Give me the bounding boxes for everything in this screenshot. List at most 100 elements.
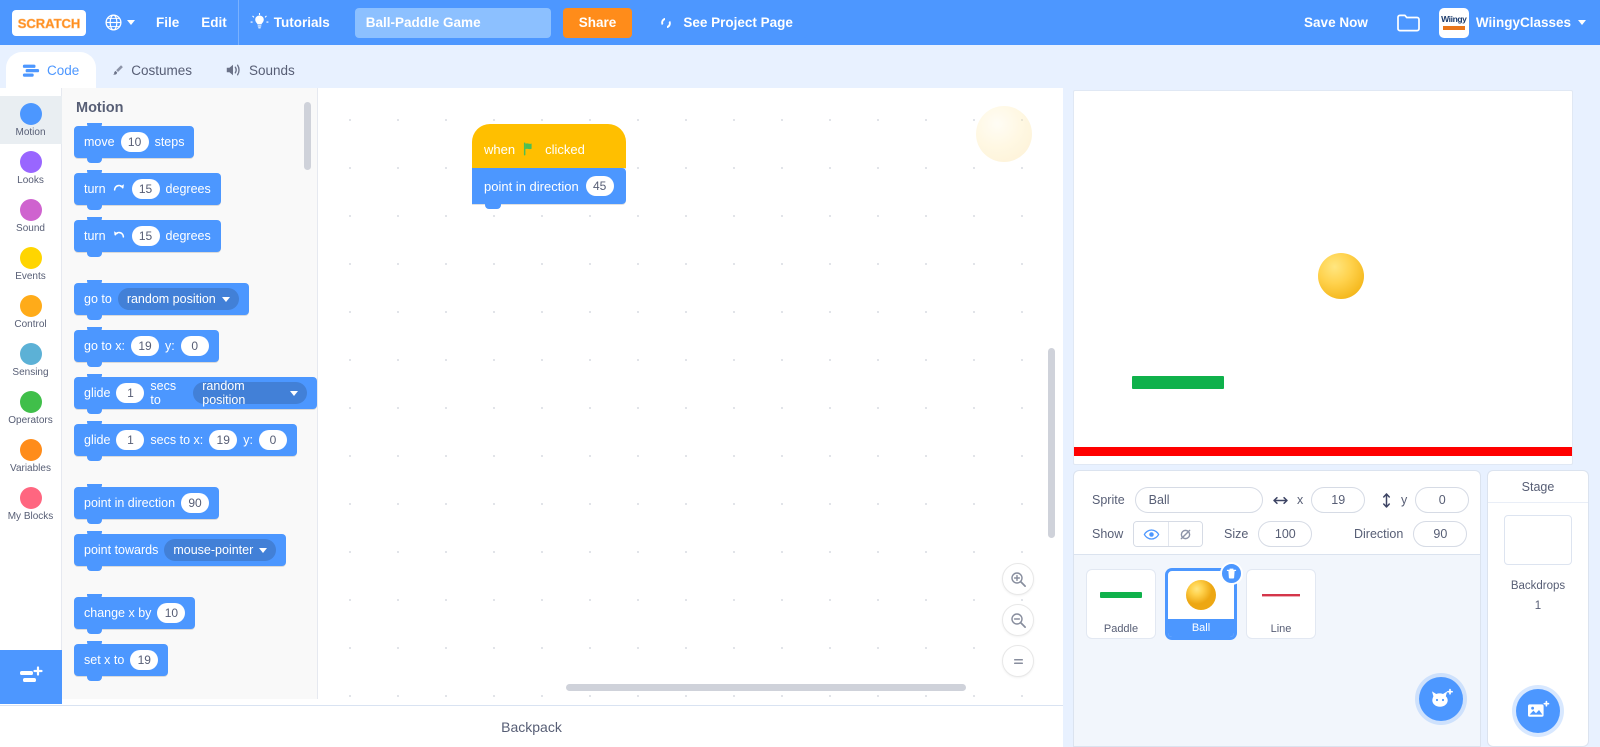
menu-tutorials[interactable]: Tutorials [239, 0, 341, 45]
category-looks-label: Looks [17, 174, 44, 186]
backdrops-label: Backdrops [1510, 580, 1566, 592]
stage-sprite-ball[interactable] [1318, 253, 1364, 299]
add-extension-button[interactable] [0, 650, 62, 704]
stage-sprite-paddle[interactable] [1132, 376, 1224, 389]
block-point-towards[interactable]: point towards mouse-pointer [74, 531, 287, 571]
block-input-y[interactable]: 0 [180, 336, 209, 356]
scratch-editor: SCRATCH File Edit Tutorials Ball-Paddle … [0, 0, 1600, 747]
code-icon [22, 64, 40, 77]
block-input-direction[interactable]: 90 [181, 493, 210, 513]
block-text: point towards [84, 543, 159, 557]
sprite-y-row: y [1380, 487, 1470, 513]
show-hidden-button[interactable] [1168, 522, 1203, 546]
block-input-direction[interactable]: 45 [585, 176, 614, 196]
sprite-size-input[interactable] [1258, 521, 1313, 547]
script-stack[interactable]: when clicked point in direction 45 [472, 124, 626, 209]
account-menu[interactable]: Wiingy WiingyClasses [1433, 7, 1600, 38]
sprite-y-input[interactable] [1415, 487, 1470, 513]
language-selector[interactable] [86, 13, 145, 32]
see-project-page-button[interactable]: See Project Page [644, 7, 807, 38]
block-text: y: [165, 339, 175, 353]
share-button[interactable]: Share [562, 7, 633, 38]
my-stuff-button[interactable] [1384, 12, 1433, 33]
svg-text:SCRATCH: SCRATCH [18, 16, 81, 31]
stage[interactable] [1073, 90, 1573, 465]
tab-code-label: Code [47, 62, 80, 78]
block-input-steps[interactable]: 10 [120, 132, 149, 152]
block-point-in-direction[interactable]: point in direction 90 [74, 484, 220, 524]
block-input-y[interactable]: 0 [258, 430, 287, 450]
block-set-x-to[interactable]: set x to 19 [74, 641, 169, 681]
sprite-name-input[interactable] [1134, 487, 1263, 513]
project-title-input[interactable] [354, 7, 551, 38]
zoom-reset-button[interactable] [1002, 645, 1034, 677]
menu-edit[interactable]: Edit [190, 0, 238, 45]
category-my-blocks[interactable]: My Blocks [0, 480, 62, 528]
block-turn-right[interactable]: turn 15 degrees [74, 170, 221, 210]
block-input-dx[interactable]: 10 [157, 603, 186, 623]
block-input-secs[interactable]: 1 [116, 430, 145, 450]
sprite-direction-input[interactable] [1413, 521, 1468, 547]
block-when-flag-clicked[interactable]: when clicked [472, 124, 626, 168]
menu-file[interactable]: File [145, 0, 190, 45]
scratch-logo-icon[interactable]: SCRATCH [12, 9, 86, 36]
block-input-x[interactable]: 19 [130, 650, 159, 670]
sprite-info-panel: Sprite x y Show [1073, 470, 1481, 555]
palette-scrollbar[interactable] [304, 102, 311, 170]
block-input-degrees[interactable]: 15 [131, 226, 160, 246]
stage-selector[interactable]: Stage Backdrops 1 [1487, 470, 1589, 747]
block-text: turn [84, 182, 106, 196]
block-input-x[interactable]: 19 [131, 336, 159, 356]
block-go-to[interactable]: go to random position [74, 280, 249, 320]
category-sound[interactable]: Sound [0, 192, 62, 240]
block-input-secs[interactable]: 1 [116, 383, 145, 403]
avatar-text: Wiingy [1441, 14, 1467, 25]
category-events[interactable]: Events [0, 240, 62, 288]
category-sensing[interactable]: Sensing [0, 336, 62, 384]
backdrops-info: Backdrops 1 [1488, 577, 1588, 616]
category-control[interactable]: Control [0, 288, 62, 336]
delete-sprite-button[interactable] [1220, 562, 1243, 585]
sprite-thumbnail-line [1247, 570, 1315, 620]
palette-heading: Motion [76, 100, 124, 116]
block-text: change x by [84, 606, 152, 620]
block-text: move [84, 135, 115, 149]
add-backdrop-button[interactable] [1516, 689, 1560, 733]
block-turn-left[interactable]: turn 15 degrees [74, 217, 221, 257]
save-now-button[interactable]: Save Now [1288, 15, 1384, 30]
tab-costumes[interactable]: Costumes [96, 52, 208, 88]
backpack-bar[interactable]: Backpack [0, 705, 1063, 747]
canvas-horizontal-scrollbar[interactable] [566, 684, 966, 691]
block-glide-secs-to-xy[interactable]: glide 1 secs to x: 19 y: 0 [74, 421, 297, 461]
block-text: glide [84, 433, 111, 447]
category-looks[interactable]: Looks [0, 144, 62, 192]
block-dropdown-target[interactable]: random position [193, 379, 307, 407]
code-canvas[interactable]: when clicked point in direction 45 [318, 88, 1060, 699]
block-glide-secs-to[interactable]: glide 1 secs to random position [74, 374, 317, 414]
category-variables[interactable]: Variables [0, 432, 62, 480]
block-input-degrees[interactable]: 15 [131, 179, 160, 199]
add-sprite-button[interactable] [1419, 677, 1463, 721]
block-change-x-by[interactable]: change x by 10 [74, 594, 196, 634]
zoom-out-button[interactable] [1002, 604, 1034, 636]
show-visible-button[interactable] [1134, 522, 1169, 546]
category-motion[interactable]: Motion [0, 96, 62, 144]
block-palette[interactable]: Motion move 10 steps turn 15 degrees tur… [62, 88, 318, 699]
block-point-in-direction-script[interactable]: point in direction 45 [472, 168, 626, 209]
tab-sounds[interactable]: Sounds [208, 52, 312, 88]
category-operators[interactable]: Operators [0, 384, 62, 432]
block-dropdown-target[interactable]: random position [117, 288, 239, 310]
sprite-card-line[interactable]: Line [1246, 569, 1316, 639]
block-go-to-xy[interactable]: go to x: 19 y: 0 [74, 327, 219, 367]
stage-sprite-line[interactable] [1074, 447, 1572, 456]
sprite-card-paddle[interactable]: Paddle [1086, 569, 1156, 639]
block-input-x[interactable]: 19 [209, 430, 238, 450]
zoom-in-button[interactable] [1002, 563, 1034, 595]
sound-color-dot [19, 198, 42, 221]
sprite-card-ball[interactable]: Ball [1166, 562, 1243, 639]
sprite-x-input[interactable] [1311, 487, 1366, 513]
block-move-steps[interactable]: move 10 steps [74, 123, 195, 163]
block-dropdown-towards[interactable]: mouse-pointer [164, 539, 277, 561]
tab-code[interactable]: Code [6, 52, 96, 88]
canvas-vertical-scrollbar[interactable] [1048, 348, 1055, 538]
